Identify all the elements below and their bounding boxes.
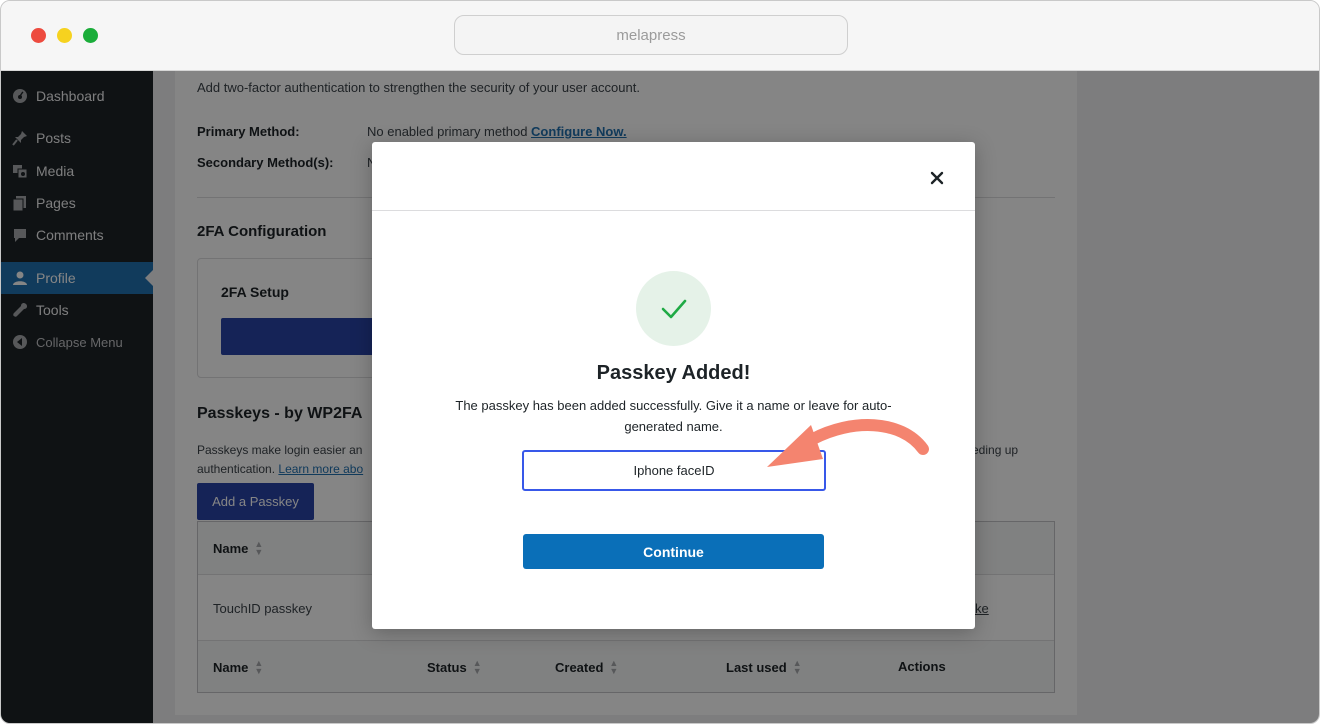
minimize-window-button[interactable] bbox=[57, 28, 72, 43]
dialog-header bbox=[372, 142, 975, 211]
passkey-added-dialog: Passkey Added! The passkey has been adde… bbox=[372, 142, 975, 629]
dialog-title: Passkey Added! bbox=[596, 362, 751, 384]
continue-button[interactable]: Continue bbox=[523, 534, 824, 569]
close-window-button[interactable] bbox=[31, 28, 46, 43]
url-text: melapress bbox=[616, 26, 686, 44]
success-badge bbox=[636, 271, 711, 346]
browser-window: melapress Dashboard Posts Media Pages Co… bbox=[0, 0, 1320, 724]
close-icon bbox=[930, 171, 944, 185]
maximize-window-button[interactable] bbox=[83, 28, 98, 43]
close-dialog-button[interactable] bbox=[925, 166, 949, 190]
title-bar: melapress bbox=[1, 1, 1319, 71]
checkmark-icon bbox=[661, 299, 686, 318]
address-bar[interactable]: melapress bbox=[454, 15, 848, 55]
continue-button-label: Continue bbox=[643, 543, 704, 560]
annotation-arrow-icon bbox=[767, 419, 929, 467]
